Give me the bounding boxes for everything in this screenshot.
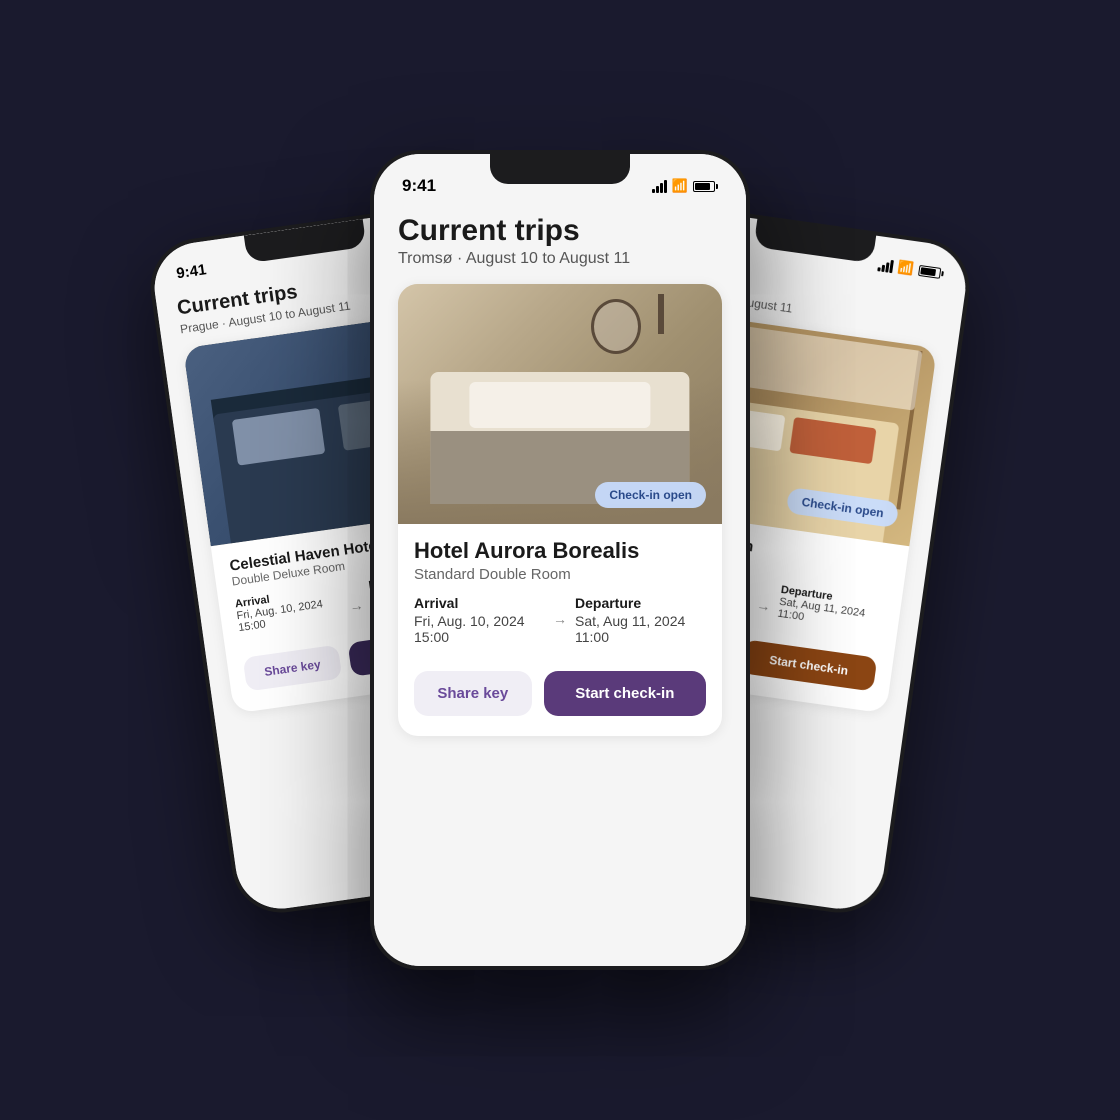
time-left: 9:41 <box>175 261 207 282</box>
hotel-card-center: Check-in open Hotel Aurora Borealis Stan… <box>398 284 722 736</box>
arrow-left: → <box>346 581 364 615</box>
signal-icon-right <box>877 258 894 273</box>
hotel-name-center: Hotel Aurora Borealis <box>414 538 706 564</box>
trip-subtitle-center: Tromsø · August 10 to August 11 <box>398 250 722 268</box>
hotel-info-center: Hotel Aurora Borealis Standard Double Ro… <box>398 524 722 657</box>
hotel-room-center: Standard Double Room <box>414 566 706 583</box>
start-checkin-button-center[interactable]: Start check-in <box>544 671 706 716</box>
start-checkin-button-right[interactable]: Start check-in <box>740 639 877 691</box>
status-icons-right: 📶 <box>877 256 945 281</box>
battery-icon-center <box>693 181 718 192</box>
arrival-label-center: Arrival <box>414 595 545 611</box>
notch-center <box>490 154 630 184</box>
arrow-right: → <box>756 581 774 615</box>
hotel-image-center: Check-in open <box>398 284 722 524</box>
phone-center: 9:41 📶 <box>370 150 750 970</box>
arrow-center: → <box>553 595 567 627</box>
content-center: Current trips Tromsø · August 10 to Augu… <box>374 204 746 966</box>
share-key-button-left[interactable]: Share key <box>243 645 343 692</box>
wifi-icon-center: 📶 <box>672 178 688 194</box>
wifi-icon-right: 📶 <box>897 259 915 277</box>
departure-label-center: Departure <box>575 595 706 611</box>
checkin-badge-center: Check-in open <box>595 482 706 508</box>
status-icons-center: 📶 <box>652 178 718 194</box>
time-center: 9:41 <box>402 176 436 196</box>
battery-icon-right <box>918 264 944 278</box>
arrival-time-center: 15:00 <box>414 629 545 645</box>
arrival-date-center: Fri, Aug. 10, 2024 <box>414 613 545 629</box>
departure-date-center: Sat, Aug 11, 2024 <box>575 613 706 629</box>
departure-time-center: 11:00 <box>575 629 706 645</box>
trip-title-center: Current trips <box>398 214 722 248</box>
share-key-button-center[interactable]: Share key <box>414 671 532 716</box>
signal-icon-center <box>652 180 667 193</box>
scene: 9:41 📶 <box>110 110 1010 1010</box>
dates-center: Arrival Fri, Aug. 10, 2024 15:00 → Depar… <box>414 595 706 645</box>
button-row-center: Share key Start check-in <box>398 657 722 720</box>
